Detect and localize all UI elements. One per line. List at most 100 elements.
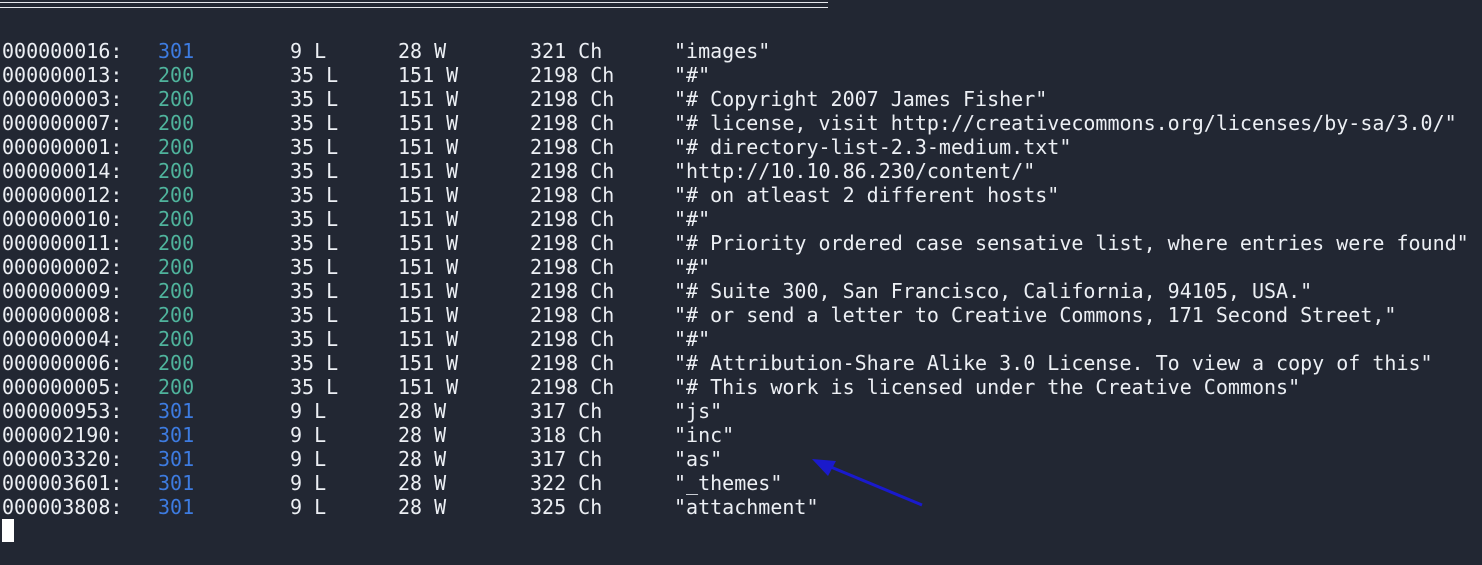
char-count: 317 Ch [530, 447, 603, 471]
request-id: 000000016: [2, 39, 123, 63]
line-count: 9 L [290, 471, 327, 495]
char-count: 2198 Ch [530, 375, 615, 399]
word-count: 28 W [398, 423, 447, 447]
request-id: 000000007: [2, 111, 123, 135]
line-count: 35 L [290, 279, 339, 303]
request-id: 000003601: [2, 471, 123, 495]
char-count: 318 Ch [530, 423, 603, 447]
status-code: 301 [158, 423, 195, 447]
request-id: 000003320: [2, 447, 123, 471]
word-count: 151 W [398, 255, 459, 279]
char-count: 2198 Ch [530, 87, 615, 111]
status-code: 200 [158, 303, 195, 327]
word-count: 151 W [398, 159, 459, 183]
char-count: 317 Ch [530, 399, 603, 423]
word-count: 28 W [398, 471, 447, 495]
payload: "# This work is licensed under the Creat… [674, 375, 1301, 399]
payload: "# license, visit http://creativecommons… [674, 111, 1457, 135]
request-id: 000000953: [2, 399, 123, 423]
word-count: 28 W [398, 39, 447, 63]
status-code: 200 [158, 351, 195, 375]
char-count: 2198 Ch [530, 63, 615, 87]
request-id: 000000005: [2, 375, 123, 399]
line-count: 35 L [290, 135, 339, 159]
payload: "#" [674, 255, 711, 279]
word-count: 151 W [398, 87, 459, 111]
char-count: 321 Ch [530, 39, 603, 63]
payload: "# Attribution-Share Alike 3.0 License. … [674, 351, 1433, 375]
request-id: 000000002: [2, 255, 123, 279]
word-count: 151 W [398, 231, 459, 255]
request-id: 000002190: [2, 423, 123, 447]
line-count: 9 L [290, 39, 327, 63]
line-count: 35 L [290, 375, 339, 399]
char-count: 2198 Ch [530, 255, 615, 279]
word-count: 28 W [398, 399, 447, 423]
request-id: 000000003: [2, 87, 123, 111]
payload: "#" [674, 207, 711, 231]
char-count: 2198 Ch [530, 159, 615, 183]
line-count: 35 L [290, 351, 339, 375]
payload: "# Suite 300, San Francisco, California,… [674, 279, 1313, 303]
request-id: 000000009: [2, 279, 123, 303]
status-code: 200 [158, 255, 195, 279]
payload: "#" [674, 327, 711, 351]
request-id: 000000006: [2, 351, 123, 375]
line-count: 9 L [290, 495, 327, 519]
status-code: 200 [158, 327, 195, 351]
separator-line [0, 2, 828, 8]
word-count: 151 W [398, 327, 459, 351]
request-id: 000000013: [2, 63, 123, 87]
status-code: 200 [158, 159, 195, 183]
line-count: 35 L [290, 183, 339, 207]
request-id: 000000014: [2, 159, 123, 183]
line-count: 35 L [290, 63, 339, 87]
word-count: 151 W [398, 183, 459, 207]
word-count: 151 W [398, 279, 459, 303]
payload: "http://10.10.86.230/content/" [674, 159, 1036, 183]
line-count: 9 L [290, 423, 327, 447]
word-count: 151 W [398, 207, 459, 231]
payload: "# Priority ordered case sensative list,… [674, 231, 1469, 255]
payload: "# on atleast 2 different hosts" [674, 183, 1060, 207]
line-count: 35 L [290, 111, 339, 135]
line-count: 35 L [290, 327, 339, 351]
status-code: 200 [158, 279, 195, 303]
word-count: 28 W [398, 495, 447, 519]
word-count: 151 W [398, 135, 459, 159]
char-count: 2198 Ch [530, 327, 615, 351]
request-id: 000000011: [2, 231, 123, 255]
request-id: 000000012: [2, 183, 123, 207]
line-count: 9 L [290, 399, 327, 423]
request-id: 000000010: [2, 207, 123, 231]
payload: "_themes" [674, 471, 783, 495]
status-code: 301 [158, 447, 195, 471]
word-count: 151 W [398, 303, 459, 327]
terminal-window[interactable]: 000000016: 301 9 L 28 W 321 Ch "images" 000000… [0, 0, 1482, 565]
line-count: 35 L [290, 255, 339, 279]
status-code: 301 [158, 495, 195, 519]
line-count: 35 L [290, 207, 339, 231]
word-count: 151 W [398, 351, 459, 375]
status-code: 200 [158, 231, 195, 255]
char-count: 2198 Ch [530, 183, 615, 207]
payload: "attachment" [674, 495, 819, 519]
char-count: 2198 Ch [530, 135, 615, 159]
status-code: 200 [158, 183, 195, 207]
line-count: 35 L [290, 303, 339, 327]
word-count: 151 W [398, 111, 459, 135]
status-code: 200 [158, 207, 195, 231]
status-code: 301 [158, 39, 195, 63]
line-count: 9 L [290, 447, 327, 471]
terminal-cursor [2, 519, 14, 542]
request-id: 000000008: [2, 303, 123, 327]
char-count: 2198 Ch [530, 207, 615, 231]
line-count: 35 L [290, 231, 339, 255]
line-count: 35 L [290, 87, 339, 111]
char-count: 2198 Ch [530, 231, 615, 255]
status-code: 200 [158, 375, 195, 399]
payload: "js" [674, 399, 723, 423]
request-id: 000000004: [2, 327, 123, 351]
char-count: 2198 Ch [530, 279, 615, 303]
char-count: 325 Ch [530, 495, 603, 519]
